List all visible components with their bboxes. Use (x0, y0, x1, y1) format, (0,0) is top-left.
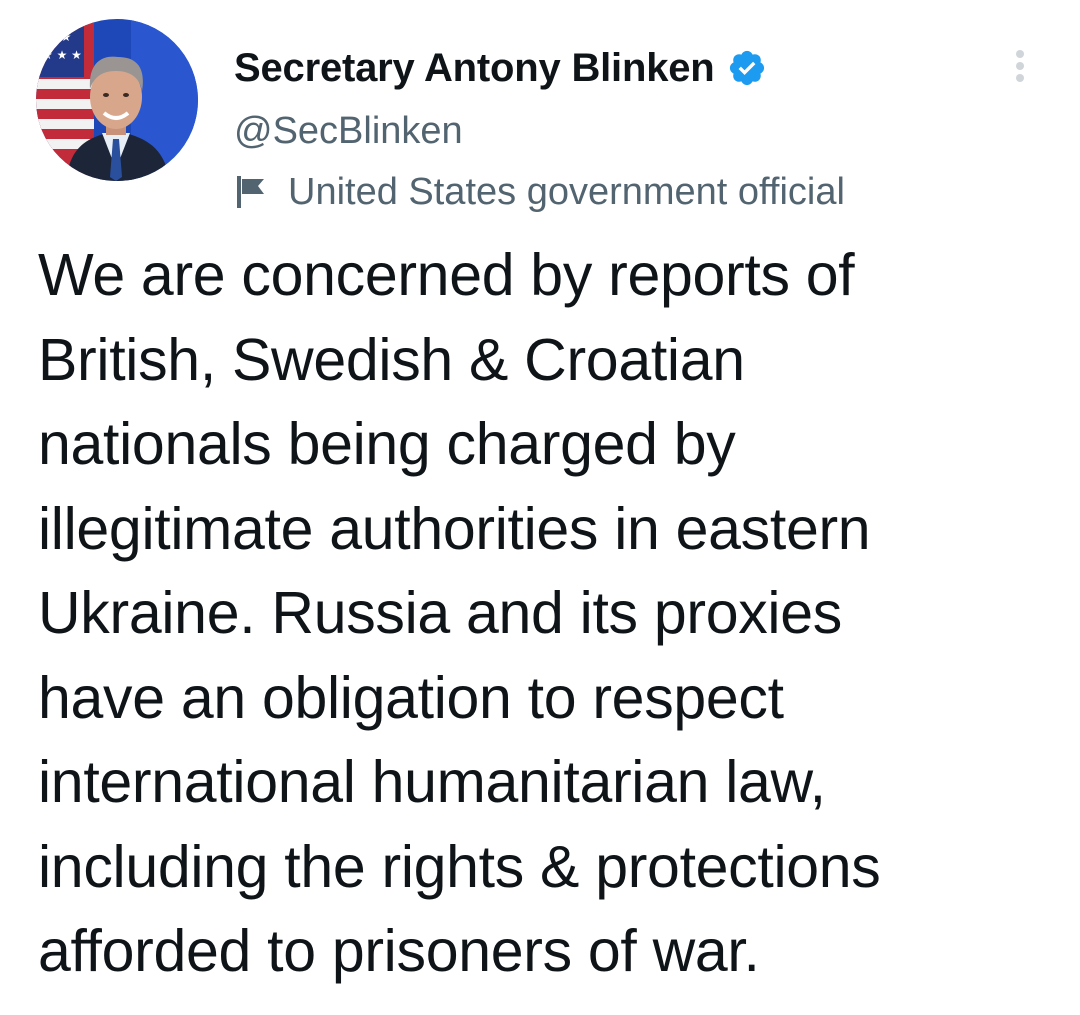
tweet-text-line: nationals being charged by (38, 411, 736, 477)
author-name-row: Secretary Antony Blinken (234, 42, 767, 94)
government-label-text: United States government official (288, 170, 845, 213)
tweet-text-line: British, Swedish & Croatian (38, 326, 745, 393)
tweet-text-line: international humanitarian law, (38, 749, 826, 815)
government-flag-icon (234, 174, 270, 210)
tweet-text-line: Ukraine. Russia and its proxies (38, 580, 842, 646)
profile-photo: ★ ★ ★ ★ ★ (36, 19, 198, 181)
more-vertical-icon (1016, 50, 1024, 82)
avatar[interactable]: ★ ★ ★ ★ ★ (36, 19, 198, 181)
author-handle[interactable]: @SecBlinken (234, 110, 463, 153)
government-label[interactable]: United States government official (234, 168, 845, 216)
display-name[interactable]: Secretary Antony Blinken (234, 46, 715, 91)
tweet-card: ★ ★ ★ ★ ★ Secretary Antony Blinken @SecB… (0, 0, 1080, 1015)
tweet-text-line: We are concerned by reports of (38, 242, 855, 308)
svg-text:★ ★: ★ ★ (46, 30, 71, 44)
more-options-button[interactable] (1000, 40, 1040, 92)
tweet-text-line: afforded to prisoners of war. (38, 918, 760, 984)
svg-text:★ ★ ★: ★ ★ ★ (42, 48, 82, 62)
tweet-text-line: have an obligation to respect (38, 664, 784, 731)
tweet-text: We are concerned by reports of British, … (38, 233, 1048, 994)
verified-badge-icon (727, 48, 767, 88)
tweet-text-line: illegitimate authorities in eastern (38, 495, 871, 562)
tweet-text-line: including the rights & protections (38, 833, 881, 900)
